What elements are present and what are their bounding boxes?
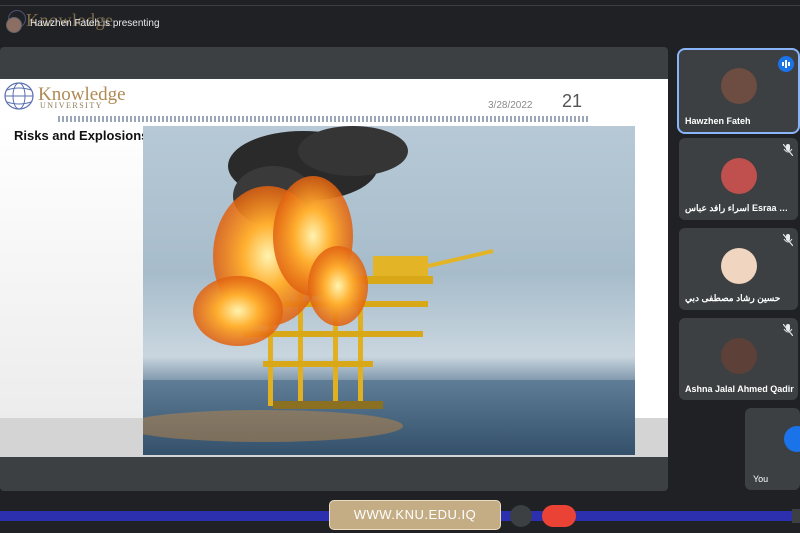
participant-tile[interactable]: حسين رشاد مصطفى دبي: [679, 228, 798, 310]
more-options-button[interactable]: [510, 505, 532, 527]
avatar: [720, 158, 757, 194]
edge-control: [792, 509, 800, 523]
top-divider: [0, 5, 800, 6]
slide-title: Risks and Explosions: [14, 128, 149, 143]
slide-shade: [0, 120, 145, 420]
avatar: [720, 248, 757, 284]
globe-logo-icon: [4, 82, 34, 110]
participant-name: اسراء رافد عباس Esraa Rafie...: [685, 203, 794, 213]
avatar: [720, 338, 757, 374]
participants-panel: Hawzhen Fateh اسراء رافد عباس Esraa Rafi…: [675, 46, 800, 496]
mic-off-icon: [783, 324, 793, 336]
end-call-button[interactable]: [542, 505, 576, 527]
participant-name: Ashna Jalal Ahmed Qadir: [685, 384, 794, 394]
mic-off-icon: [783, 234, 793, 246]
fire-scene-illustration: [143, 126, 635, 455]
presenting-status: Hawzhen Fateh is presenting: [30, 18, 160, 29]
slide-page-number: 21: [562, 91, 583, 111]
self-avatar: [784, 426, 800, 452]
mic-off-icon: [783, 144, 793, 156]
avatar: [720, 68, 757, 104]
speaking-indicator-icon: [778, 56, 794, 72]
slide-date: 3/28/2022: [488, 100, 533, 111]
participant-name: Hawzhen Fateh: [685, 116, 751, 126]
header-stripe: [58, 116, 588, 122]
website-banner: WWW.KNU.EDU.IQ: [329, 500, 501, 530]
self-name: You: [753, 474, 769, 484]
participant-name: حسين رشاد مصطفى دبي: [685, 293, 781, 303]
self-tile[interactable]: You: [745, 408, 800, 490]
participant-tile[interactable]: اسراء رافد عباس Esraa Rafie...: [679, 138, 798, 220]
participant-tile[interactable]: Hawzhen Fateh: [677, 48, 800, 134]
university-logo-subtext: UNIVERSITY: [40, 101, 103, 110]
presenter-avatar: [6, 17, 22, 33]
participant-tile[interactable]: Ashna Jalal Ahmed Qadir: [679, 318, 798, 400]
oil-platform-fire-photo: [143, 126, 635, 455]
meeting-top-bar: Knowledge Hawzhen Fateh is presenting: [0, 0, 800, 40]
